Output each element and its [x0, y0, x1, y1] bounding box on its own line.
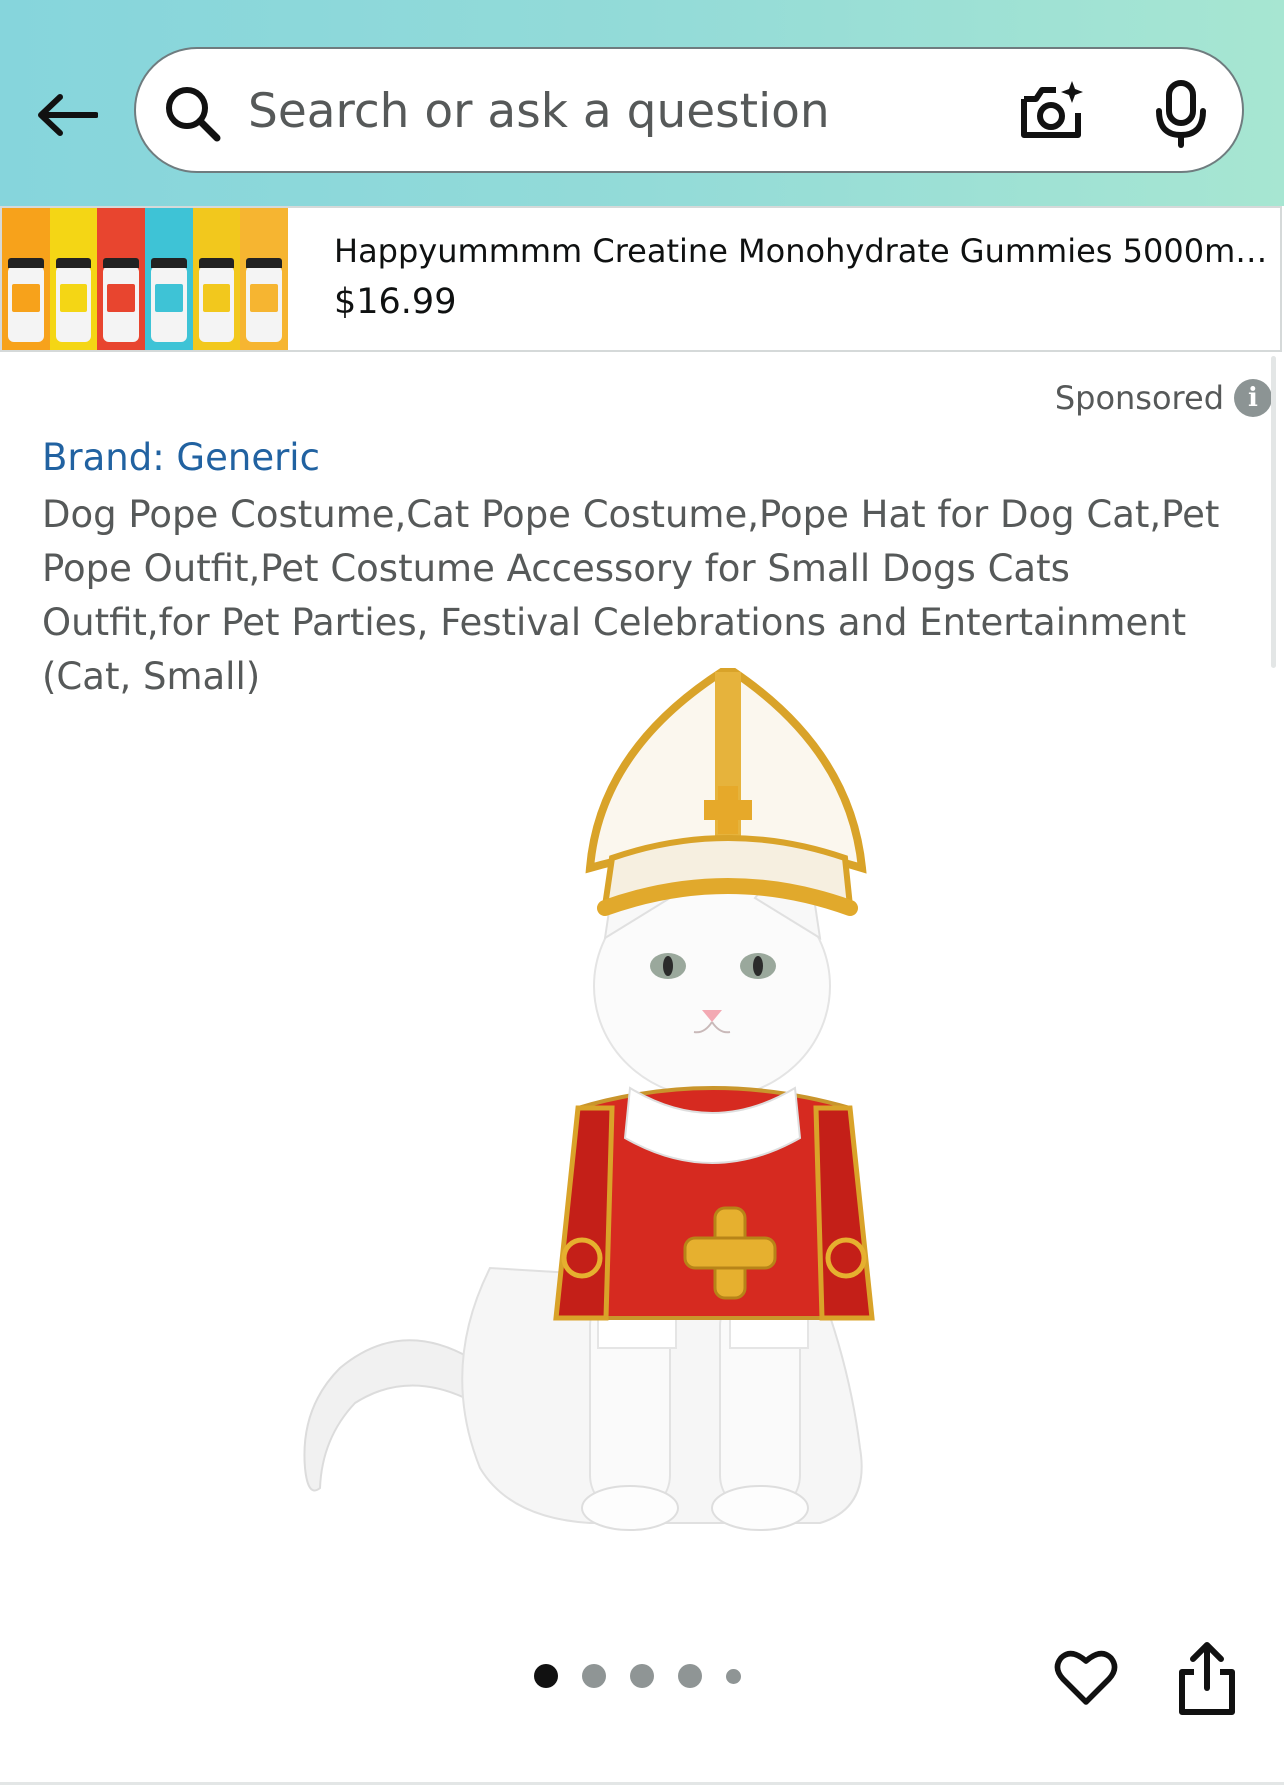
carousel-dot[interactable] [630, 1664, 654, 1688]
carousel-dot[interactable] [582, 1664, 606, 1688]
brand-link[interactable]: Brand: Generic [42, 436, 320, 479]
ad-product-price: $16.99 [334, 282, 457, 322]
carousel-dot[interactable] [534, 1664, 558, 1688]
microphone-icon [1156, 80, 1206, 148]
image-carousel-dots[interactable] [534, 1664, 741, 1688]
back-button[interactable] [28, 80, 106, 150]
gummy-jar [246, 258, 283, 342]
back-arrow-icon [38, 94, 98, 136]
add-to-list-button[interactable] [1054, 1646, 1118, 1710]
thumbnail-stripe [2, 208, 50, 350]
jar-label [202, 284, 231, 312]
thumbnail-stripe [97, 208, 146, 350]
top-header [0, 0, 1284, 206]
share-button[interactable] [1176, 1640, 1238, 1716]
jar-label [59, 284, 88, 312]
jar-label [12, 284, 40, 312]
info-icon[interactable]: i [1234, 379, 1272, 417]
voice-search-button[interactable] [1150, 79, 1212, 149]
thumbnail-stripe [240, 208, 289, 350]
sponsored-ad-banner[interactable]: Happyummmm Creatine Monohydrate Gummies … [0, 206, 1282, 352]
gummy-jar [151, 258, 187, 342]
search-input[interactable] [248, 69, 1088, 153]
jar-label [155, 284, 183, 312]
gummy-jar [8, 258, 44, 342]
ad-product-thumbnail[interactable] [2, 208, 289, 350]
carousel-dot[interactable] [678, 1664, 702, 1688]
gummy-jar [55, 258, 92, 342]
carousel-dot[interactable] [726, 1668, 741, 1684]
thumbnail-stripe [192, 208, 241, 350]
sponsored-label: Sponsored [1054, 379, 1224, 417]
gummy-jar [198, 258, 235, 342]
gummy-jar [103, 258, 140, 342]
camera-search-button[interactable] [1016, 77, 1086, 147]
jar-label [250, 284, 279, 312]
jar-label [107, 284, 136, 312]
scrollbar[interactable] [1271, 356, 1276, 668]
bottom-divider [0, 1782, 1284, 1785]
thumbnail-stripe [49, 208, 98, 350]
thumbnail-stripe [145, 208, 193, 350]
camera-lens-icon [1021, 81, 1083, 138]
heart-icon [1054, 1650, 1118, 1705]
search-bar[interactable] [134, 47, 1244, 173]
sponsored-row: Sponsored i [1055, 376, 1272, 420]
share-icon [1179, 1642, 1235, 1715]
ad-product-title[interactable]: Happyummmm Creatine Monohydrate Gummies … [334, 232, 1270, 270]
product-image[interactable] [260, 668, 1020, 1568]
search-icon [166, 87, 221, 142]
